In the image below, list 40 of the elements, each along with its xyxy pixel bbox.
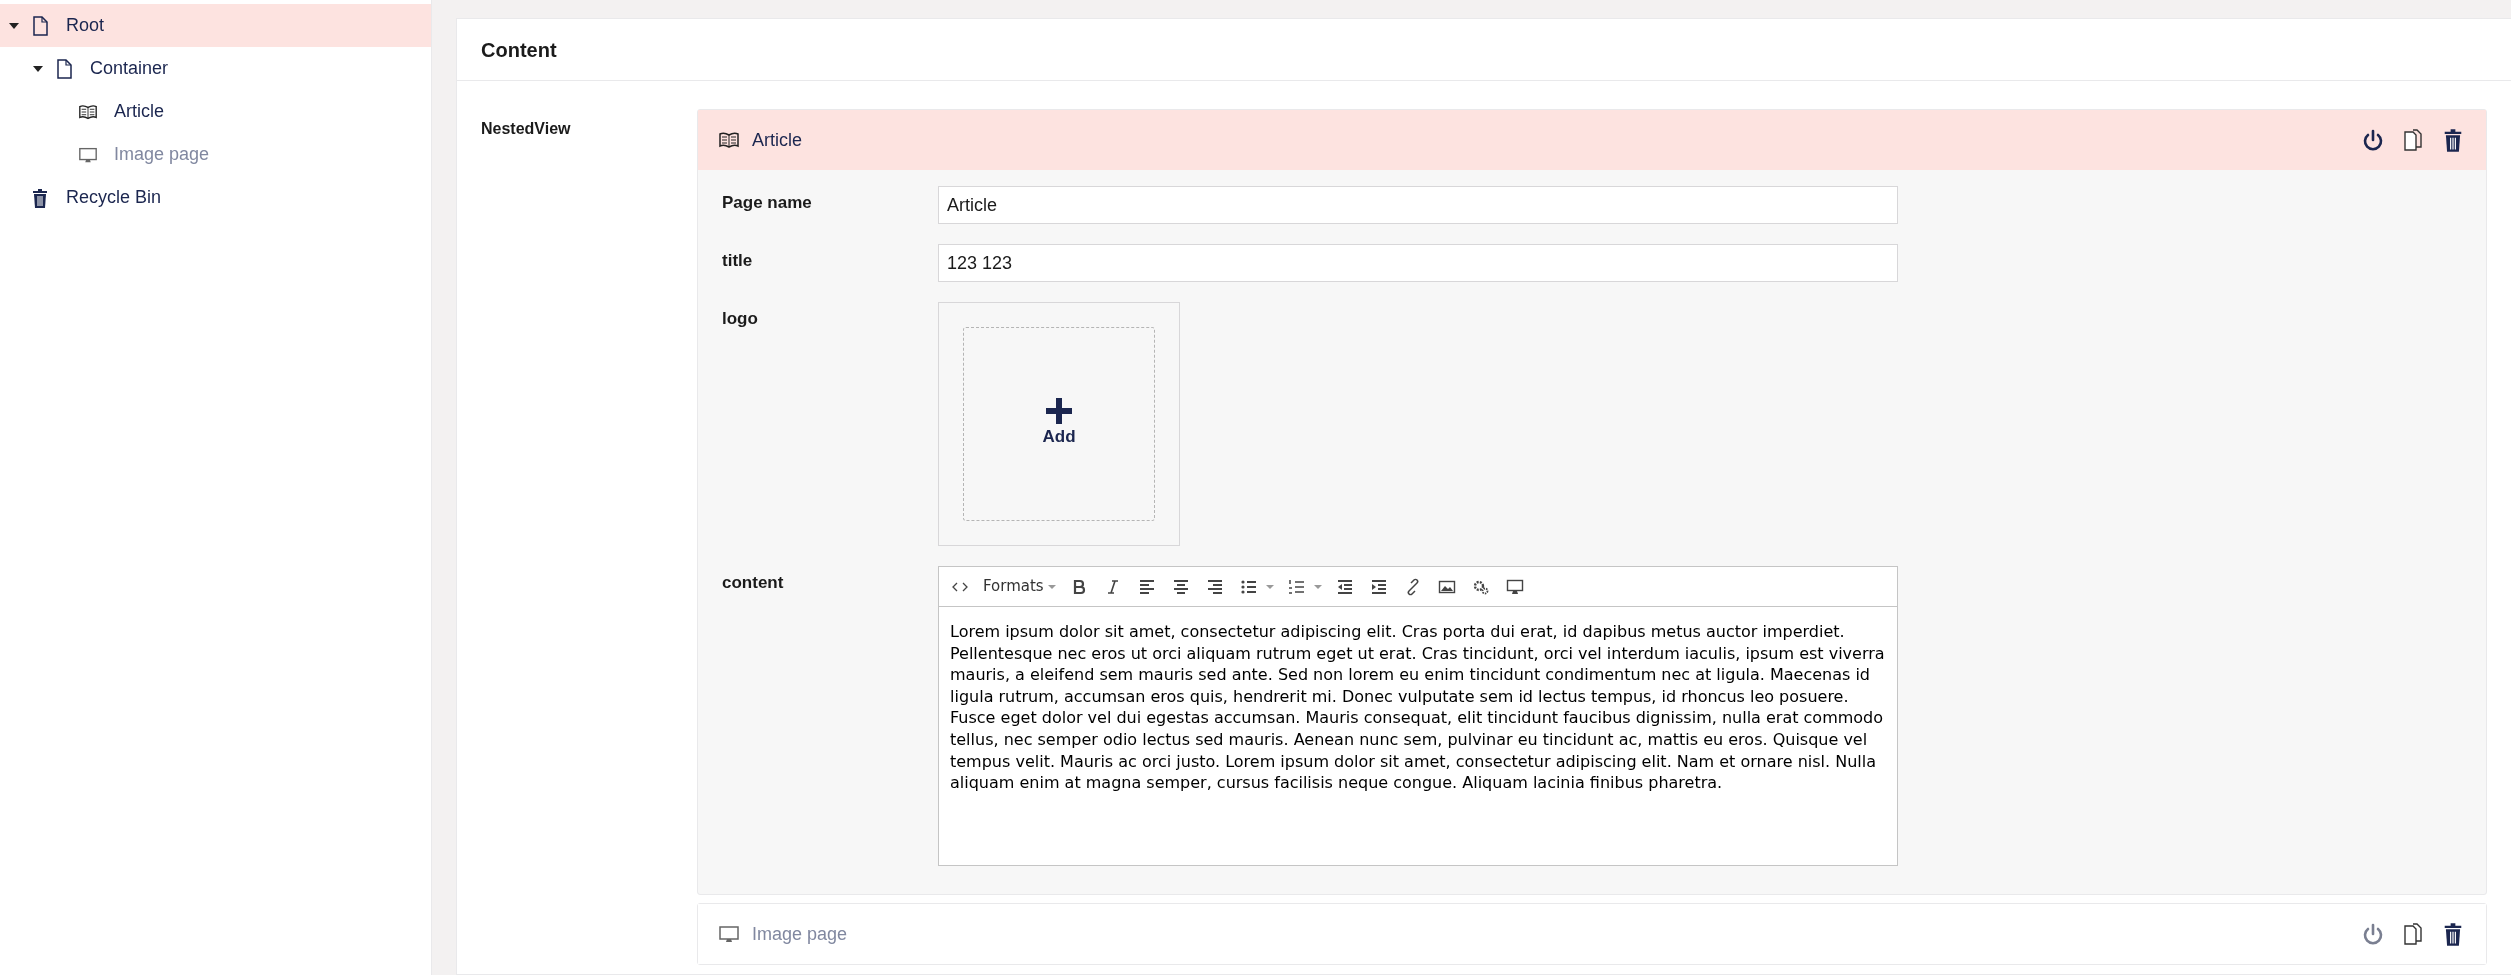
dropdown-caret-icon: [1313, 584, 1322, 589]
panel-title: Content: [481, 37, 557, 63]
indent-icon: [1369, 577, 1388, 596]
input-field[interactable]: Article: [938, 186, 1898, 224]
tree-label: Image page: [114, 143, 210, 166]
numbered-list-icon: [1287, 577, 1306, 596]
tree-item[interactable]: Root: [0, 4, 431, 47]
field-label: content: [722, 573, 784, 592]
align-center-icon: [1171, 577, 1190, 596]
tree-label: Recycle Bin: [66, 186, 162, 209]
editor-text[interactable]: Lorem ipsum dolor sit amet, consectetur adipiscing elit. Cras porta dui erat, id dapibus metus auctor imperdiet. Pellentesque nec eros ut orci aliquam rutrum eget ut erat. Cras tincidunt, orci vel interdum iaculis, ipsum est viverra mauris, a eleifend sem mauris sed ante. Sed non lorem eu enim tincidunt condimentum nec at ligula. Maecenas id ligula rutrum, accumsan eros quis, hendrerit mi. Donec vulputate sem id lectus tempus, id rhoncus leo posuere. Fusce eget dolor vel dui egestas accumsan. Mauris consequat, elit tincidunt faucibus dignissim, nulla erat commodo tellus, nec semper odio lectus sed mauris. Aenean nunc sem, pulvinar eu tincidunt ac, mattis eu eros. Quisque vel tempus velit. Mauris ac orci justo. Lorem ipsum dolor sit amet, consectetur adipiscing elit. Nam et ornare nisl. Nulla aliquam enim at magna semper, cursus facilisis neque congue. Aliquam lacinia finibus pharetra.: [939, 607, 1897, 865]
block-header[interactable]: Image page: [698, 904, 2486, 964]
caret-icon: [1047, 584, 1056, 589]
align-right-icon: [1205, 577, 1224, 596]
book-icon: [718, 129, 740, 151]
field-label: Page name: [722, 193, 812, 212]
input-field[interactable]: 123 123: [938, 244, 1898, 282]
page-icon: [54, 57, 74, 80]
tree-item[interactable]: Article: [0, 90, 431, 133]
dropdown-caret-icon: [1265, 584, 1274, 589]
field-label: title: [722, 251, 753, 270]
page-icon: [30, 14, 50, 37]
block-header[interactable]: Article: [698, 110, 2486, 170]
tree-item[interactable]: Recycle Bin: [0, 176, 431, 219]
block-title: Article: [752, 128, 802, 152]
tree-label: Root: [66, 14, 105, 37]
tree-label: Container: [90, 57, 169, 80]
trash-icon: [30, 186, 50, 209]
field-label: logo: [722, 309, 758, 328]
align-left-icon: [1137, 577, 1156, 596]
block-title: Image page: [752, 922, 848, 946]
monitor-icon: [1505, 577, 1524, 596]
outdent-icon: [1335, 577, 1354, 596]
tree-item[interactable]: Container: [0, 47, 431, 90]
property-label: NestedView: [481, 120, 571, 137]
monitor-icon: [718, 923, 740, 945]
add-media-button[interactable]: Add: [963, 327, 1155, 521]
tree-label: Article: [114, 100, 164, 123]
plus-icon: [1046, 398, 1072, 425]
formats-dropdown[interactable]: Formats: [979, 571, 1060, 602]
